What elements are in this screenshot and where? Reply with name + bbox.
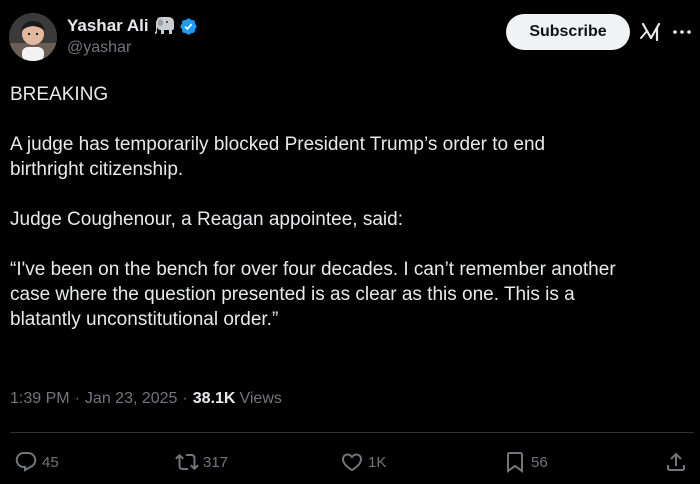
heart-icon <box>341 453 363 472</box>
share-button[interactable] <box>664 446 692 478</box>
post-paragraph-judge-blocked: A judge has temporarily blocked Presiden… <box>10 134 546 180</box>
author-display-name[interactable]: Yashar Ali <box>67 16 149 36</box>
grok-icon[interactable] <box>637 20 665 44</box>
author-name-row: Yashar Ali <box>67 15 198 37</box>
post-header: Yashar Ali @yashar Subscribe <box>0 0 700 72</box>
bookmark-count: 56 <box>531 453 548 471</box>
views-label[interactable]: Views <box>239 390 281 408</box>
subscribe-button[interactable]: Subscribe <box>506 14 630 50</box>
reply-icon <box>15 452 37 472</box>
verified-badge-icon[interactable] <box>179 17 198 36</box>
repost-button[interactable]: 317 <box>175 446 228 478</box>
post-date[interactable]: Jan 23, 2025 <box>85 390 178 408</box>
avatar[interactable] <box>9 13 57 61</box>
repost-count: 317 <box>203 453 229 471</box>
meta-separator: · <box>182 390 188 407</box>
divider <box>10 432 694 433</box>
meta-separator: · <box>74 390 80 407</box>
share-icon <box>667 452 685 471</box>
author-handle[interactable]: @yashar <box>67 39 131 57</box>
post-paragraph-breaking: BREAKING <box>10 84 109 105</box>
reply-button[interactable]: 45 <box>14 446 59 478</box>
more-icon[interactable] <box>670 22 694 42</box>
post-meta: 1:39 PM · Jan 23, 2025 · 38.1K Views <box>10 390 282 408</box>
post-paragraph-quote: “I've been on the bench for over four de… <box>10 259 616 330</box>
post-time[interactable]: 1:39 PM <box>10 390 70 408</box>
views-count[interactable]: 38.1K <box>193 390 236 408</box>
bookmark-button[interactable]: 56 <box>503 446 548 478</box>
post-text: BREAKING A judge has temporarily blocked… <box>10 82 694 332</box>
like-button[interactable]: 1K <box>340 446 386 478</box>
post-paragraph-judge-said: Judge Coughenour, a Reagan appointee, sa… <box>10 209 403 230</box>
elephant-icon <box>153 16 177 36</box>
like-count: 1K <box>368 453 387 471</box>
action-bar: 45 317 1K 56 <box>0 446 700 478</box>
reply-count: 45 <box>42 453 59 471</box>
repost-icon <box>175 453 199 471</box>
bookmark-icon <box>507 452 523 473</box>
avatar-image <box>9 13 57 61</box>
